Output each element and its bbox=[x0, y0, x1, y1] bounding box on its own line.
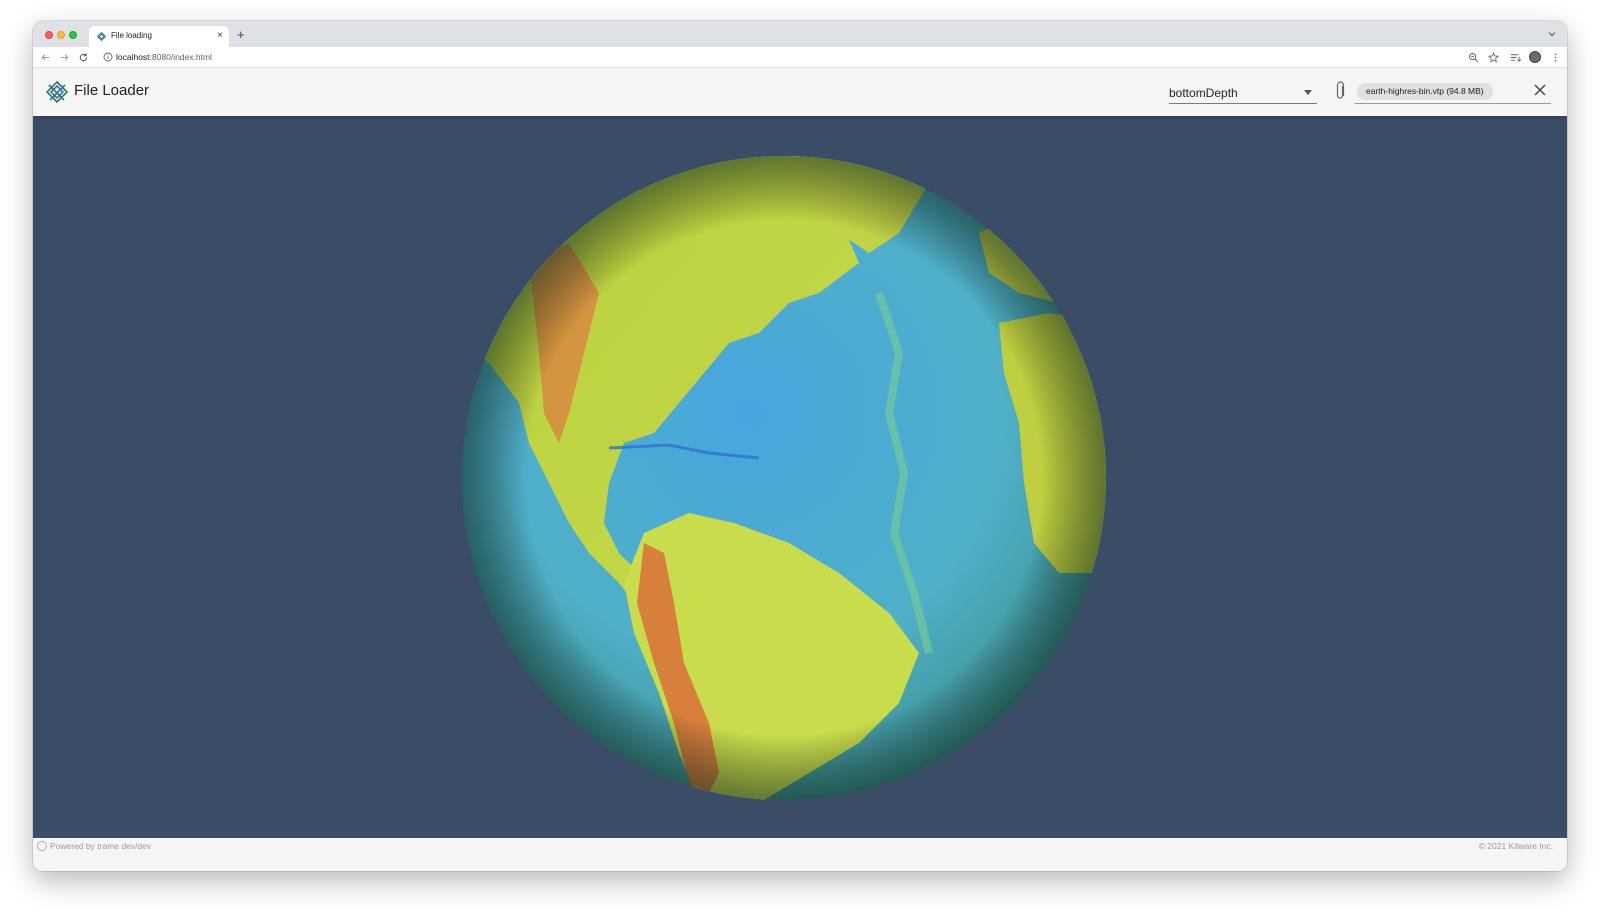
app-footer: Powered by trame dev/dev © 2021 Kitware … bbox=[33, 838, 1567, 871]
favicon-icon bbox=[96, 31, 107, 42]
new-tab-button[interactable]: + bbox=[237, 27, 245, 43]
select-value: bottomDepth bbox=[1169, 86, 1238, 100]
site-info-icon[interactable] bbox=[103, 52, 113, 62]
paperclip-icon[interactable] bbox=[1333, 81, 1347, 101]
caret-down-icon bbox=[1304, 90, 1312, 95]
app-title: File Loader bbox=[74, 82, 150, 99]
globe-surface bbox=[462, 156, 1106, 800]
bookmark-star-icon[interactable] bbox=[1488, 52, 1499, 63]
profile-avatar[interactable] bbox=[1529, 51, 1541, 63]
powered-by-text: Powered by trame dev/dev bbox=[50, 841, 152, 851]
color-by-field-select[interactable]: bottomDepth bbox=[1169, 80, 1317, 104]
render-viewport[interactable] bbox=[33, 116, 1567, 838]
close-window-button[interactable] bbox=[45, 31, 53, 39]
zoom-icon[interactable] bbox=[1468, 52, 1479, 63]
reading-list-icon[interactable] bbox=[1510, 52, 1521, 63]
back-icon[interactable] bbox=[40, 52, 51, 63]
trame-logo-icon bbox=[37, 841, 47, 851]
tab-search-chevron-icon[interactable] bbox=[1547, 29, 1557, 39]
url-host: localhost bbox=[116, 52, 150, 62]
minimize-window-button[interactable] bbox=[57, 31, 65, 39]
reload-icon[interactable] bbox=[78, 52, 89, 63]
forward-icon[interactable] bbox=[59, 52, 70, 63]
url-path: :8080/index.html bbox=[149, 52, 212, 62]
copyright: © 2021 Kitware Inc. bbox=[1478, 841, 1553, 851]
file-chip: earth-highres-bin.vtp (94.8 MB) bbox=[1357, 83, 1493, 100]
tab-close-icon[interactable]: × bbox=[217, 29, 223, 43]
app-toolbar: File Loader bottomDepth earth-highres-bi… bbox=[33, 68, 1567, 116]
more-menu-icon[interactable] bbox=[1550, 52, 1561, 63]
maximize-window-button[interactable] bbox=[69, 31, 77, 39]
browser-tab[interactable]: File loading × bbox=[89, 26, 229, 47]
file-input[interactable]: earth-highres-bin.vtp (94.8 MB) bbox=[1355, 80, 1551, 104]
earth-globe bbox=[462, 156, 1106, 800]
powered-by: Powered by trame dev/dev bbox=[37, 841, 151, 851]
browser-toolbar: localhost:8080/index.html bbox=[33, 47, 1567, 68]
tab-strip: File loading × + bbox=[33, 21, 1567, 47]
address-bar[interactable]: localhost:8080/index.html bbox=[116, 52, 212, 62]
tab-title: File loading bbox=[111, 31, 152, 40]
app-logo-icon bbox=[45, 80, 69, 104]
browser-window: File loading × + localhost:8080/index.ht… bbox=[33, 21, 1567, 871]
close-icon[interactable] bbox=[1533, 83, 1547, 97]
